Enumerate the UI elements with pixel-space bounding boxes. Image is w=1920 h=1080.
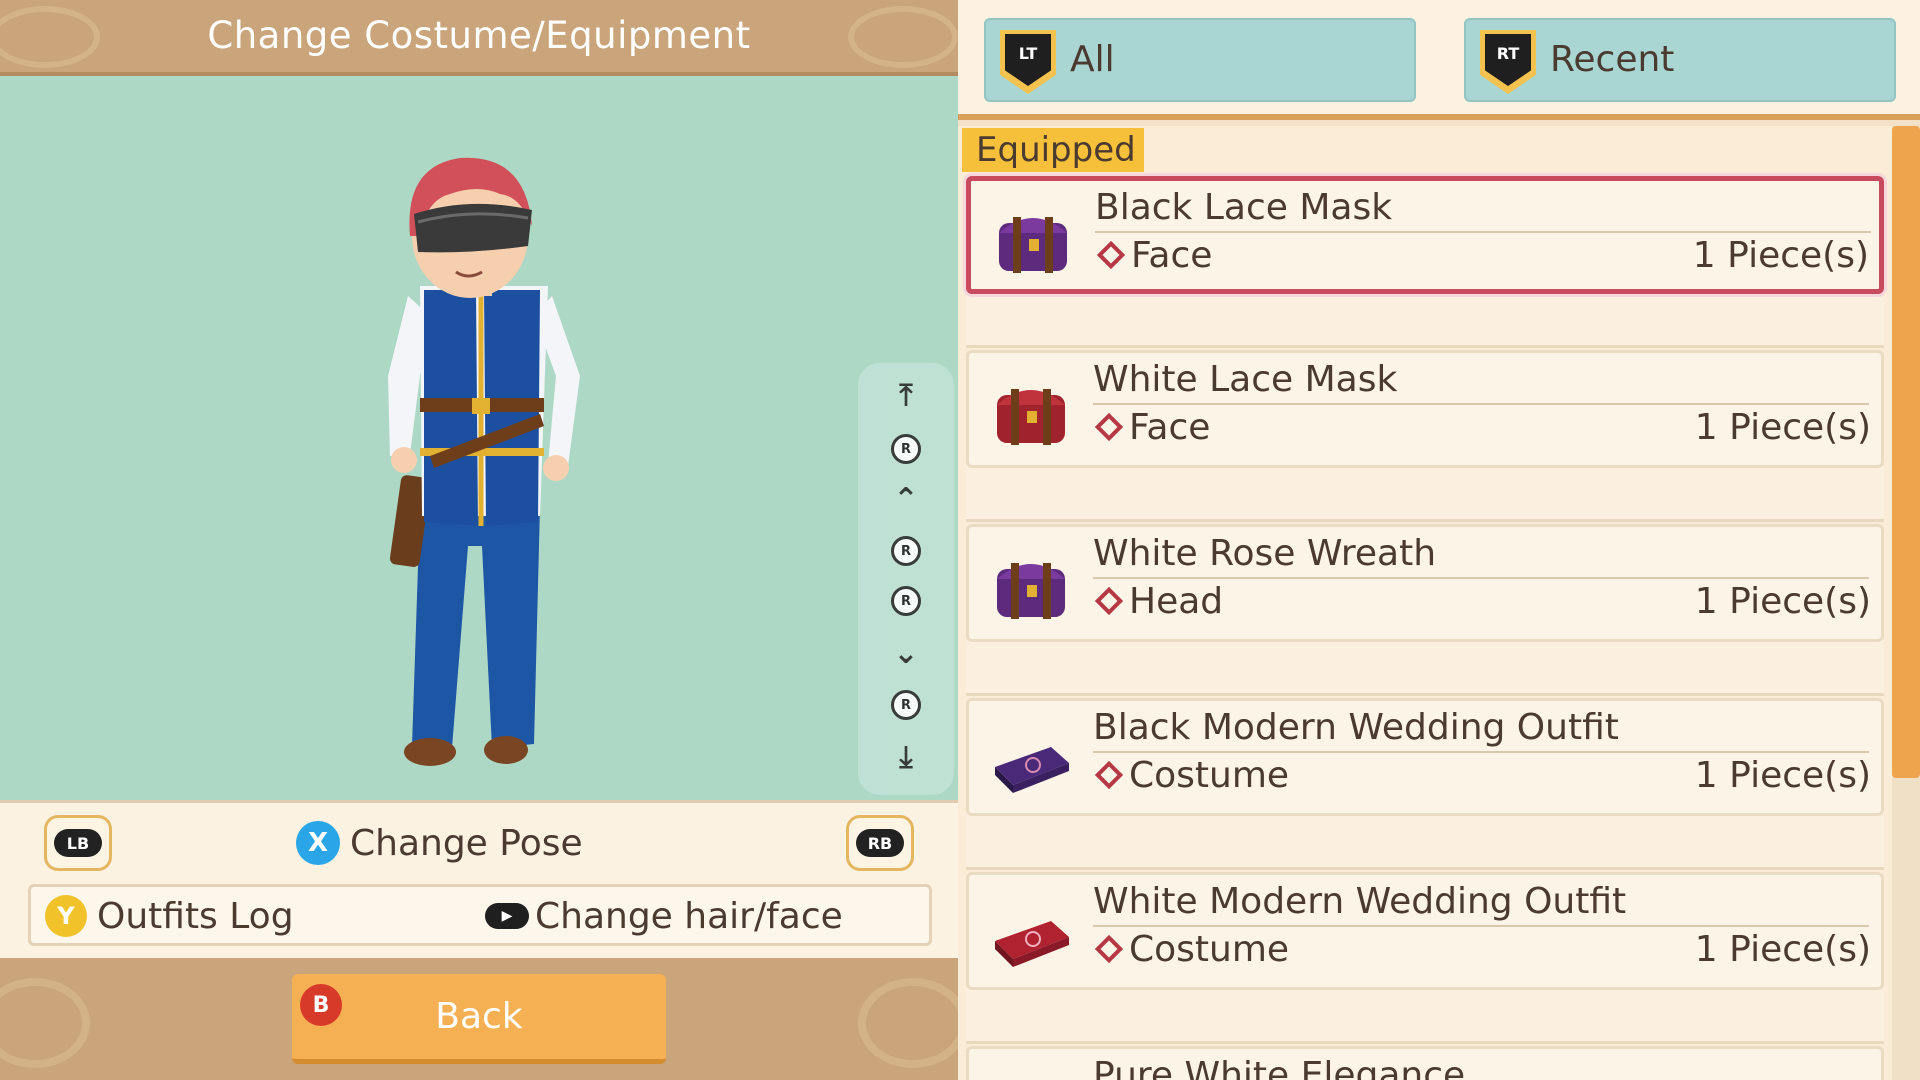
- red-chest-icon: [997, 389, 1065, 445]
- title-bar: Change Costume/Equipment: [0, 0, 958, 76]
- back-button[interactable]: B Back: [292, 974, 666, 1064]
- rotate-right-icon[interactable]: R: [858, 579, 954, 623]
- zoom-out-icon[interactable]: ⌄: [858, 631, 954, 675]
- outfits-log-label: Outfits Log: [97, 895, 294, 937]
- change-pose-label: Change Pose: [350, 822, 583, 864]
- rotate-left-icon[interactable]: R: [858, 529, 954, 573]
- change-hair-face-label: Change hair/face: [535, 895, 843, 937]
- item-name: Black Lace Mask: [1095, 187, 1393, 228]
- list-scrollbar-thumb[interactable]: [1892, 126, 1920, 778]
- purple-chest-icon: [999, 217, 1067, 273]
- item-name: White Rose Wreath: [1093, 533, 1437, 574]
- purple-chest-icon: [997, 563, 1065, 619]
- change-hair-face-button[interactable]: ▶ Change hair/face: [485, 893, 843, 939]
- item-slot: Costume: [1129, 755, 1290, 796]
- item-slot: Head: [1129, 581, 1224, 622]
- list-item-white-lace-mask[interactable]: White Lace Mask Face 1 Piece(s): [966, 350, 1884, 468]
- right-ornament: [858, 978, 968, 1068]
- purple-case-icon: [995, 747, 1069, 793]
- rotate-down-icon[interactable]: R: [858, 683, 954, 727]
- lb-button[interactable]: LB: [44, 815, 112, 871]
- row-separator: [966, 640, 1884, 696]
- tab-all[interactable]: LT All: [984, 18, 1416, 102]
- camera-controls: ⤒ R ⌃ R R ⌄ R ⤓: [858, 363, 954, 795]
- rotate-up-icon[interactable]: R: [858, 427, 954, 471]
- lt-button-icon: LT: [1000, 30, 1056, 94]
- secondary-controls: Y Outfits Log ▶ Change hair/face: [28, 884, 932, 946]
- scroll-top-icon[interactable]: ⤒: [858, 373, 954, 417]
- tab-all-label: All: [1070, 39, 1115, 80]
- filter-tabs: LT All RT Recent: [958, 0, 1920, 120]
- tab-recent[interactable]: RT Recent: [1464, 18, 1896, 102]
- diamond-icon: [1096, 240, 1126, 270]
- diamond-icon: [1094, 412, 1124, 442]
- row-separator: [966, 292, 1884, 348]
- item-quantity: 1 Piece(s): [1694, 929, 1871, 970]
- rt-button-icon: RT: [1480, 30, 1536, 94]
- list-item-black-modern-wedding-outfit[interactable]: Black Modern Wedding Outfit Costume 1 Pi…: [966, 698, 1884, 816]
- item-quantity: 1 Piece(s): [1694, 407, 1871, 448]
- list-item-pure-white-elegance[interactable]: Pure White Elegance: [966, 1046, 1884, 1080]
- character-model: [388, 157, 580, 766]
- equipped-label: Equipped: [962, 128, 1144, 172]
- row-separator: [966, 988, 1884, 1044]
- change-pose-button[interactable]: X Change Pose: [296, 817, 583, 869]
- outfits-log-button[interactable]: Y Outfits Log: [45, 893, 294, 939]
- page-title: Change Costume/Equipment: [207, 14, 751, 57]
- x-button-icon: X: [296, 821, 340, 865]
- item-quantity: 1 Piece(s): [1694, 755, 1871, 796]
- left-ornament: [0, 978, 90, 1068]
- diamond-icon: [1094, 586, 1124, 616]
- character-viewport[interactable]: [0, 76, 958, 800]
- scroll-bottom-icon[interactable]: ⤓: [858, 735, 954, 779]
- item-slot: Face: [1131, 235, 1213, 276]
- item-quantity: 1 Piece(s): [1694, 581, 1871, 622]
- back-label: Back: [435, 996, 523, 1037]
- item-name: Pure White Elegance: [1093, 1055, 1466, 1080]
- rb-button[interactable]: RB: [846, 815, 914, 871]
- diamond-icon: [1094, 760, 1124, 790]
- y-button-icon: Y: [45, 895, 87, 937]
- item-name: Black Modern Wedding Outfit: [1093, 707, 1619, 748]
- zoom-in-icon[interactable]: ⌃: [858, 477, 954, 521]
- row-separator: [966, 814, 1884, 870]
- item-name: White Lace Mask: [1093, 359, 1398, 400]
- row-separator: [966, 466, 1884, 522]
- list-item-black-lace-mask[interactable]: Black Lace Mask Face 1 Piece(s): [966, 176, 1884, 294]
- right-stick-icon: ▶: [485, 903, 529, 929]
- red-case-icon: [995, 921, 1069, 967]
- tab-recent-label: Recent: [1550, 39, 1675, 80]
- list-item-white-modern-wedding-outfit[interactable]: White Modern Wedding Outfit Costume 1 Pi…: [966, 872, 1884, 990]
- item-name: White Modern Wedding Outfit: [1093, 881, 1627, 922]
- diamond-icon: [1094, 934, 1124, 964]
- list-item-white-rose-wreath[interactable]: White Rose Wreath Head 1 Piece(s): [966, 524, 1884, 642]
- item-slot: Costume: [1129, 929, 1290, 970]
- item-slot: Face: [1129, 407, 1211, 448]
- item-quantity: 1 Piece(s): [1692, 235, 1869, 276]
